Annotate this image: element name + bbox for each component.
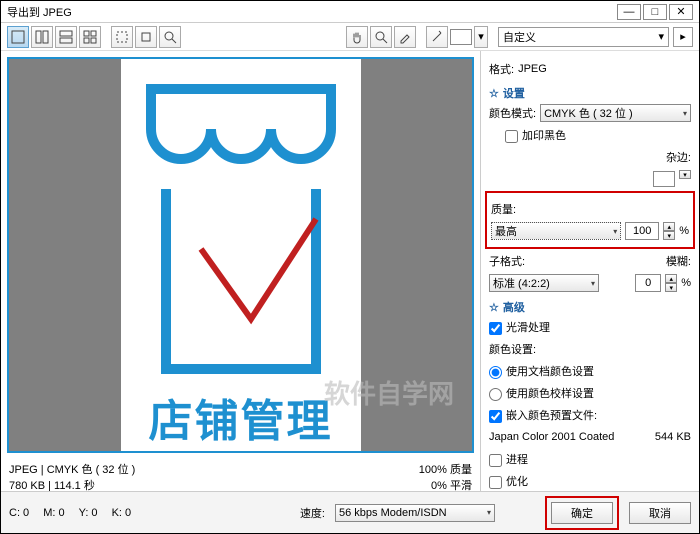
preview-pane: 店铺管理 软件自学网 JPEG | CMYK 色 ( 32 位 ) 780 KB…	[1, 51, 481, 491]
view-quad-icon[interactable]	[79, 26, 101, 48]
embed-profile-checkbox[interactable]: 嵌入颜色预置文件:	[489, 407, 597, 423]
overprint-checkbox[interactable]: 加印黑色	[505, 127, 566, 143]
readout-k: K: 0	[112, 507, 132, 519]
profile-size: 544 KB	[655, 431, 691, 443]
eyedropper-icon[interactable]	[394, 26, 416, 48]
profile-name: Japan Color 2001 Coated	[489, 431, 614, 443]
close-button[interactable]: ✕	[669, 4, 693, 20]
view-split-v-icon[interactable]	[31, 26, 53, 48]
color-settings-label: 颜色设置:	[489, 341, 536, 357]
blur-input[interactable]	[635, 274, 661, 292]
window-title: 导出到 JPEG	[7, 4, 615, 20]
color-mode-dropdown[interactable]: CMYK 色 ( 32 位 )▾	[540, 104, 691, 122]
quality-dropdown[interactable]: 最高▾	[491, 222, 621, 240]
readout-c: C: 0	[9, 507, 29, 519]
footer: C: 0 M: 0 Y: 0 K: 0 速度: 56 kbps Modem/IS…	[1, 491, 699, 533]
zoom-width-icon[interactable]	[159, 26, 181, 48]
format-value: JPEG	[518, 63, 547, 75]
section-settings[interactable]: ☆设置	[489, 85, 691, 101]
view-single-icon[interactable]	[7, 26, 29, 48]
settings-panel: 格式: JPEG ☆设置 颜色模式:CMYK 色 ( 32 位 )▾ 加印黑色 …	[481, 51, 699, 491]
quality-percent-input[interactable]	[625, 222, 659, 240]
cancel-button[interactable]: 取消	[629, 502, 691, 524]
quality-highlight: 质量: 最高▾ ▴▾ %	[485, 191, 695, 249]
minimize-button[interactable]: —	[617, 4, 641, 20]
format-label: 格式:	[489, 61, 514, 77]
speed-label: 速度:	[300, 505, 325, 521]
hand-tool-icon[interactable]	[346, 26, 368, 48]
percent-label: %	[679, 225, 689, 237]
preview-status: JPEG | CMYK 色 ( 32 位 ) 780 KB | 114.1 秒 …	[1, 459, 480, 491]
subformat-dropdown[interactable]: 标准 (4:2:2)▾	[489, 274, 599, 292]
matte-label: 杂边:	[666, 149, 691, 165]
status-quality: 100% 质量	[419, 461, 472, 477]
ok-button[interactable]: 确定	[551, 502, 613, 524]
optimize-checkbox[interactable]: 优化	[489, 473, 528, 489]
section-advanced[interactable]: ☆高级	[489, 299, 691, 315]
preset-value: 自定义	[503, 29, 536, 45]
zoom-fit-icon[interactable]	[111, 26, 133, 48]
preset-dropdown[interactable]: 自定义▾	[498, 27, 669, 47]
quality-label: 质量:	[491, 201, 516, 217]
use-doc-color-radio[interactable]: 使用文档颜色设置	[489, 363, 594, 379]
color-mode-label: 颜色模式:	[489, 105, 536, 121]
preset-apply-icon[interactable]: ▸	[673, 27, 693, 47]
blur-spinner[interactable]: ▴▾	[665, 274, 677, 292]
use-proof-color-radio[interactable]: 使用颜色校样设置	[489, 385, 594, 401]
watermark: 软件自学网	[324, 374, 454, 411]
wand-icon[interactable]	[426, 26, 448, 48]
color-menu-icon[interactable]: ▾	[474, 26, 488, 48]
matte-menu[interactable]: ▾	[679, 170, 691, 188]
quality-spinner[interactable]: ▴▾	[663, 222, 675, 240]
zoom-actual-icon[interactable]	[135, 26, 157, 48]
subformat-label: 子格式:	[489, 253, 531, 269]
maximize-button[interactable]: □	[643, 4, 667, 20]
status-format: JPEG | CMYK 色 ( 32 位 )	[9, 461, 135, 477]
sample-color-well[interactable]	[450, 29, 472, 45]
toolbar: ▾ 自定义▾ ▸	[1, 23, 699, 51]
view-split-h-icon[interactable]	[55, 26, 77, 48]
readout-m: M: 0	[43, 507, 64, 519]
speed-dropdown[interactable]: 56 kbps Modem/ISDN▾	[335, 504, 495, 522]
progressive-checkbox[interactable]: 进程	[489, 451, 528, 467]
zoom-tool-icon[interactable]	[370, 26, 392, 48]
titlebar: 导出到 JPEG — □ ✕	[1, 1, 699, 23]
readout-y: Y: 0	[79, 507, 98, 519]
preview-canvas[interactable]: 店铺管理 软件自学网	[7, 57, 474, 453]
matte-color-well[interactable]	[653, 171, 675, 187]
antialias-checkbox[interactable]: 光滑处理	[489, 319, 550, 335]
blur-label: 模糊:	[666, 253, 691, 269]
